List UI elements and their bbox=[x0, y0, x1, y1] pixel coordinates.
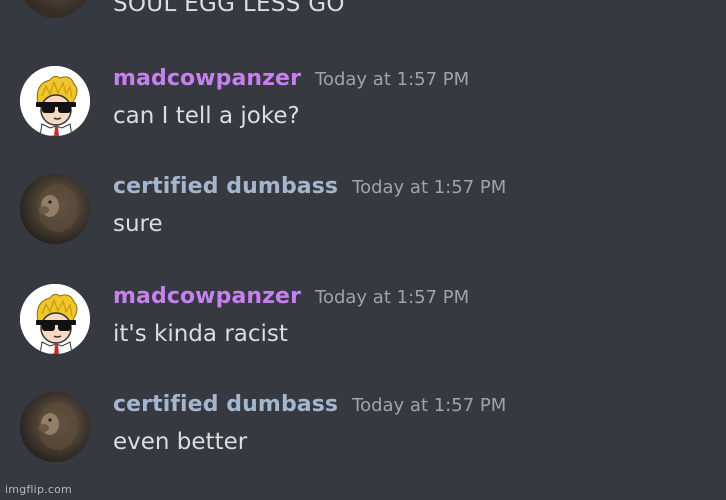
message-content: it's kinda racist bbox=[113, 321, 288, 347]
timestamp[interactable]: Today at 1:57 PM bbox=[315, 287, 469, 308]
timestamp[interactable]: Today at 1:57 PM bbox=[352, 395, 506, 416]
wsb-guy-icon bbox=[20, 284, 90, 354]
avatar[interactable] bbox=[20, 174, 90, 244]
message-header: certified dumbass Today at 1:57 PM bbox=[113, 392, 506, 417]
lion-icon bbox=[20, 392, 90, 462]
message-content: sure bbox=[113, 211, 163, 237]
avatar[interactable] bbox=[20, 66, 90, 136]
chat-messages: SOUL EGG LESS GO madcowpanzer Today at 1:… bbox=[0, 0, 726, 500]
username[interactable]: certified dumbass bbox=[113, 174, 338, 199]
message-group: madcowpanzer Today at 1:57 PM it's kinda … bbox=[0, 284, 726, 384]
message-group: madcowpanzer Today at 1:57 PM can I tell … bbox=[0, 66, 726, 166]
message-header: madcowpanzer Today at 1:57 PM bbox=[113, 66, 469, 91]
message-content: SOUL EGG LESS GO bbox=[113, 0, 345, 17]
lion-icon bbox=[20, 174, 90, 244]
message-header: madcowpanzer Today at 1:57 PM bbox=[113, 284, 469, 309]
timestamp[interactable]: Today at 1:57 PM bbox=[352, 177, 506, 198]
username[interactable]: certified dumbass bbox=[113, 392, 338, 417]
message-group: certified dumbass Today at 1:57 PM even b… bbox=[0, 392, 726, 492]
username[interactable]: madcowpanzer bbox=[113, 284, 301, 309]
message-content: even better bbox=[113, 429, 248, 455]
message-content: can I tell a joke? bbox=[113, 103, 300, 129]
wsb-guy-icon bbox=[20, 66, 90, 136]
message-header: certified dumbass Today at 1:57 PM bbox=[113, 174, 506, 199]
watermark: imgflip.com bbox=[5, 483, 72, 496]
message-group: certified dumbass Today at 1:57 PM sure bbox=[0, 174, 726, 274]
avatar[interactable] bbox=[20, 0, 90, 18]
avatar[interactable] bbox=[20, 284, 90, 354]
timestamp[interactable]: Today at 1:57 PM bbox=[315, 69, 469, 90]
username[interactable]: madcowpanzer bbox=[113, 66, 301, 91]
avatar[interactable] bbox=[20, 392, 90, 462]
